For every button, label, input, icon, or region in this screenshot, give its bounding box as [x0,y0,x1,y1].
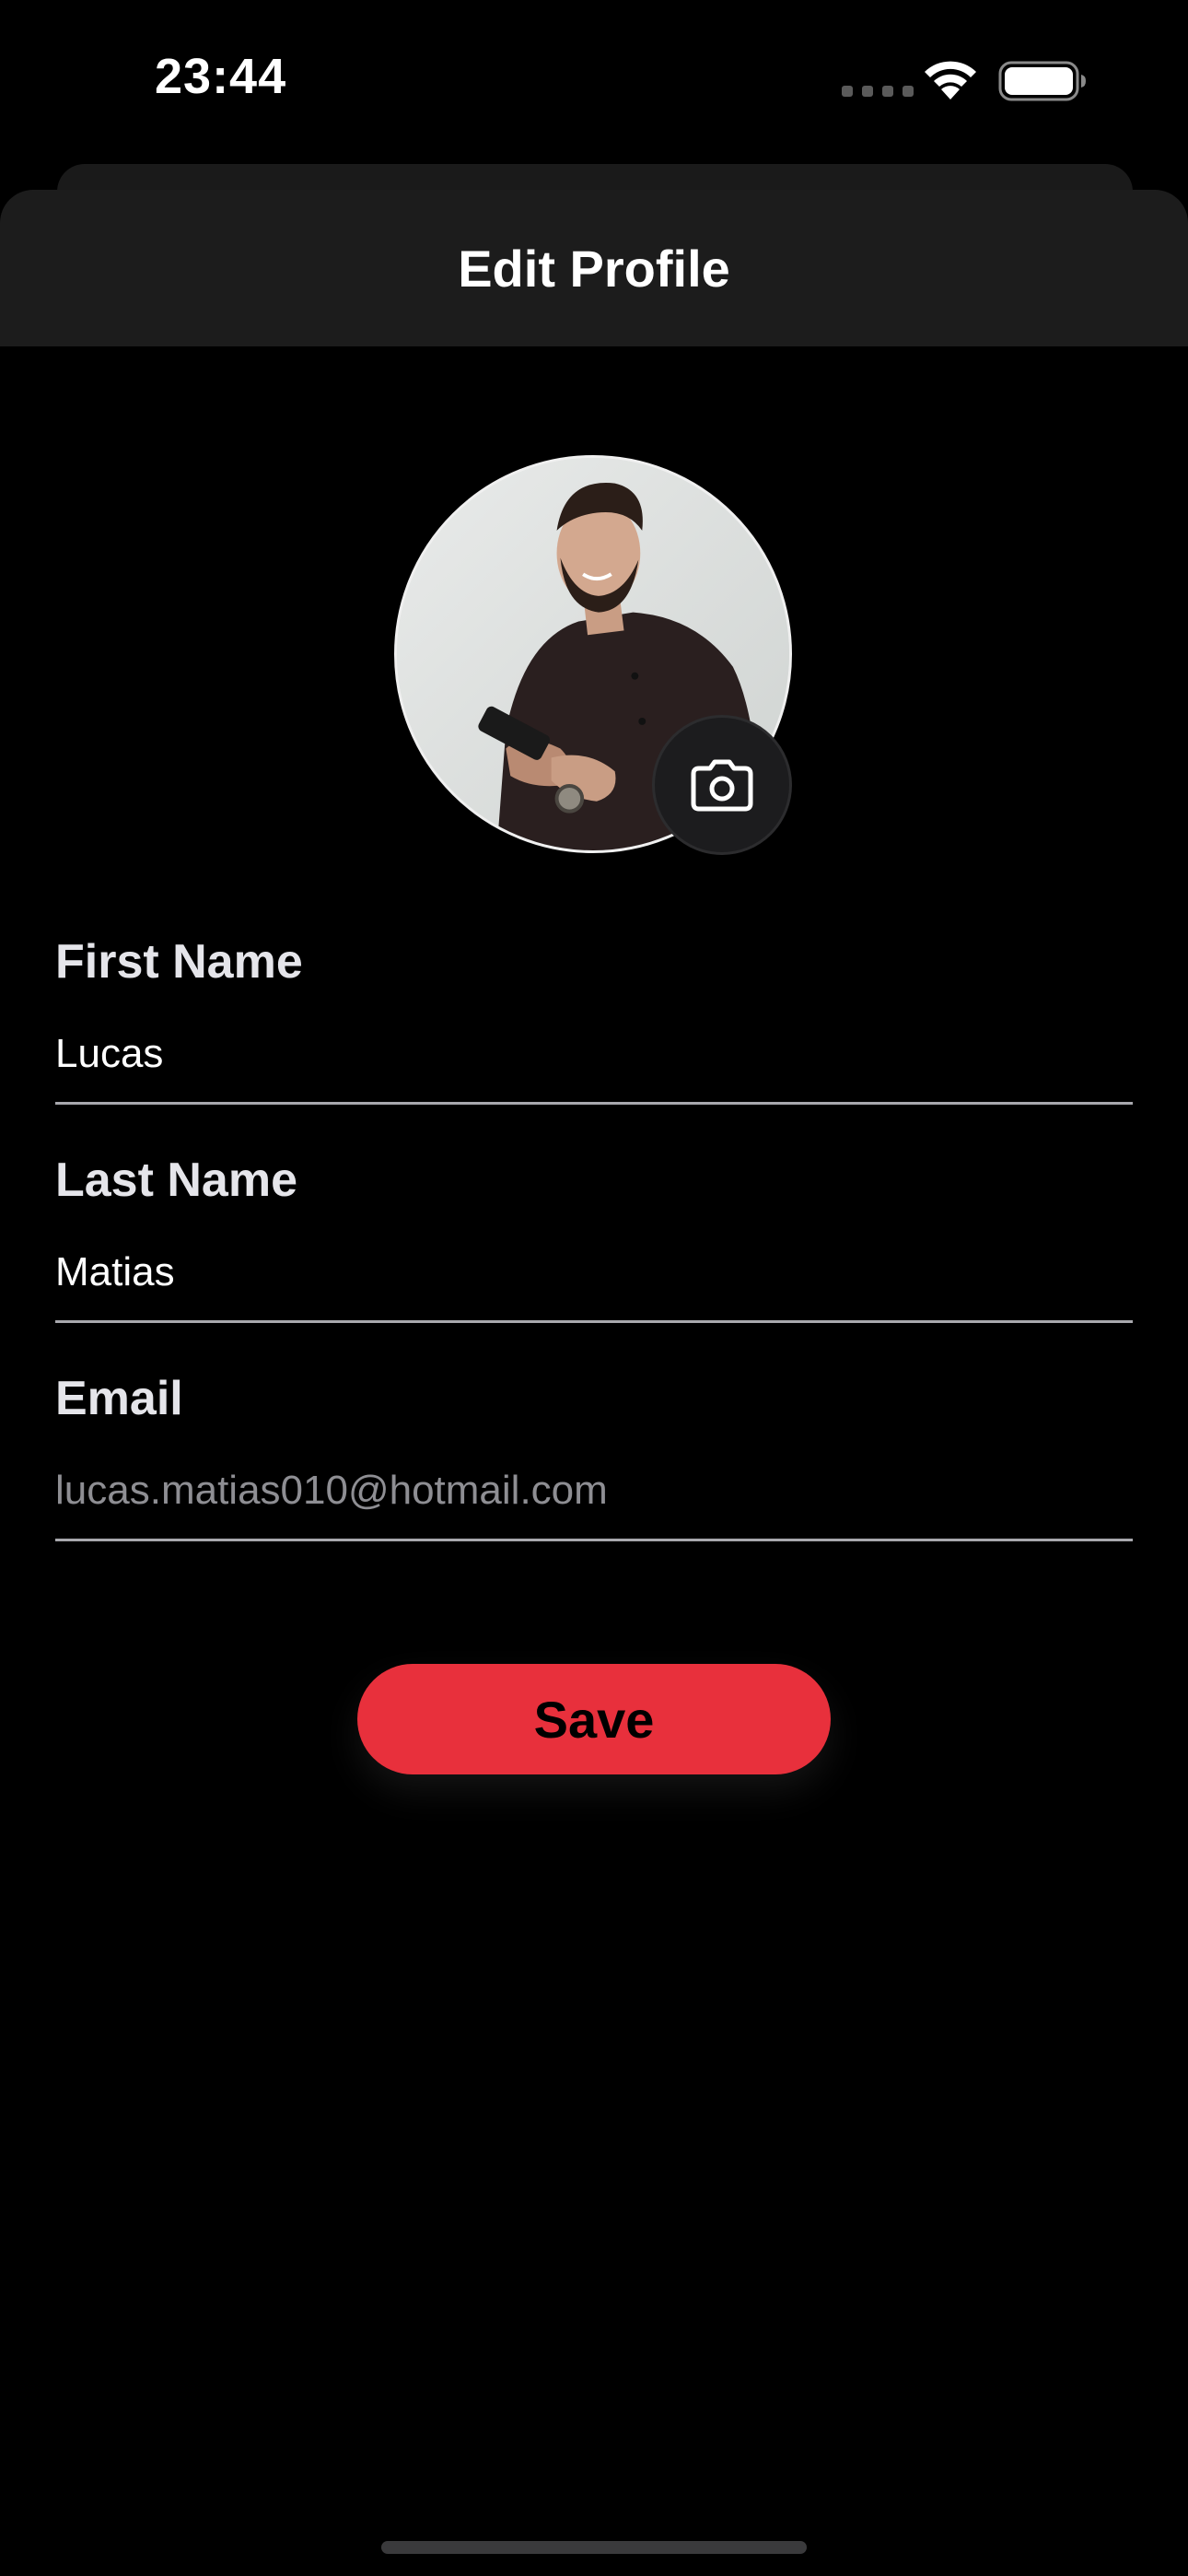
change-photo-button[interactable] [652,715,792,855]
last-name-input[interactable] [55,1245,1133,1300]
email-label: Email [55,1372,183,1425]
camera-icon [691,759,753,812]
first-name-field: First Name [55,934,1133,1109]
save-button-label: Save [533,1690,655,1749]
first-name-input[interactable] [55,1026,1133,1082]
edit-profile-sheet: Edit Profile First Name Lucas Last Name … [0,190,1188,2576]
home-indicator [381,2541,807,2554]
first-name-underline [55,1102,1133,1105]
first-name-label: First Name [55,935,303,989]
sheet-header: Edit Profile [0,190,1188,346]
save-button[interactable]: Save [357,1664,831,1774]
battery-icon [998,61,1086,101]
last-name-label: Last Name [55,1153,297,1207]
cellular-signal-icon [842,86,914,97]
status-time: 23:44 [155,49,287,104]
status-bar: 23:44 [0,0,1188,157]
last-name-underline [55,1320,1133,1323]
email-input[interactable] [55,1463,1133,1518]
email-field: Email [55,1371,1133,1546]
last-name-field: Last Name [55,1153,1133,1328]
email-underline [55,1539,1133,1541]
page-title: Edit Profile [458,239,730,298]
wifi-icon [925,61,976,100]
